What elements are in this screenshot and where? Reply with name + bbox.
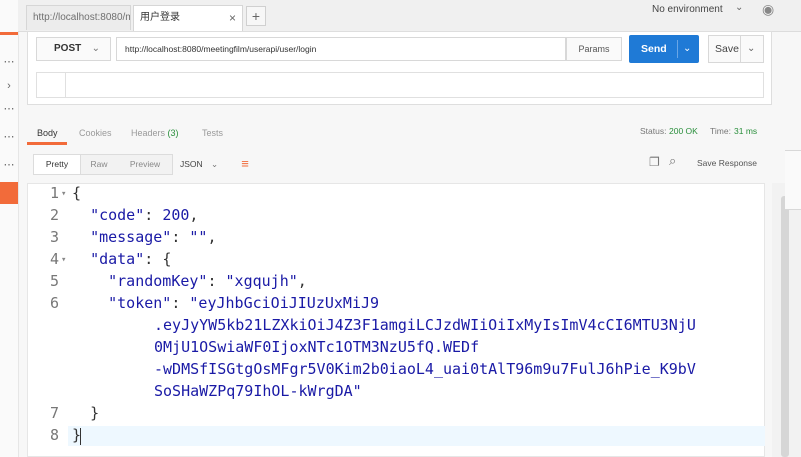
chevron-down-icon[interactable]: ⌄ [747, 36, 755, 62]
wrap-lines-icon[interactable]: ≡ [236, 154, 254, 174]
status-value: 200 OK [669, 126, 698, 136]
code-line: "code": 200, [90, 206, 199, 224]
json-value-wrap: .eyJyYW5kb21LZXkiOiJ4Z3F1amgiLCJzdWIiOiI… [154, 316, 696, 334]
json-key: "message" [90, 228, 172, 246]
chevron-right-icon[interactable]: › [0, 80, 18, 92]
line-number: 3 [49, 228, 59, 246]
view-mode-group: Pretty Raw Preview [33, 154, 173, 175]
line-number: 1 [49, 184, 59, 202]
json-value: 200 [162, 206, 190, 224]
chevron-down-icon[interactable]: ⌄ [735, 2, 743, 13]
tab-tests[interactable]: Tests [202, 128, 223, 138]
active-line-highlight [68, 426, 765, 446]
code-line: "message": "", [90, 228, 217, 246]
search-icon[interactable]: ⌕ [669, 153, 676, 169]
preview-button[interactable]: Preview [118, 155, 172, 174]
more-icon[interactable]: ⋯ [0, 130, 18, 143]
line-number: 6 [49, 294, 59, 312]
request-options-area[interactable] [36, 72, 764, 98]
json-value-wrap: 0MjU1OSwiaWF0IjoxNTc1OTM3NzU5fQ.WEDf [154, 338, 480, 356]
code-token: { [162, 250, 172, 268]
copy-icon[interactable]: ❐ [649, 155, 660, 169]
time-value: 31 ms [734, 126, 758, 136]
code-line: { [72, 184, 81, 202]
divider [65, 73, 66, 97]
divider [740, 36, 741, 62]
line-number: 4 [49, 250, 59, 268]
code-line: } [72, 404, 99, 422]
json-value-wrap: -wDMSfISGtgOsMFgr5V0Kim2b0iaoL4_uai0tAlT… [154, 360, 696, 378]
json-value-wrap: SoSHaWZPq79IhOL-kWrgDA" [154, 382, 362, 400]
side-panel-edge [785, 150, 801, 210]
pretty-button[interactable]: Pretty [34, 155, 81, 174]
active-tab-indicator [27, 142, 67, 145]
json-key: "randomKey" [108, 272, 208, 290]
tab-headers[interactable]: Headers (3) [131, 128, 179, 138]
chevron-down-icon: ⌄ [91, 43, 100, 54]
tab-user-login[interactable]: 用户登录 × [133, 5, 243, 31]
save-response-button[interactable]: Save Response [697, 158, 757, 168]
format-label: JSON [180, 159, 203, 169]
fold-toggle-icon[interactable]: ▾ [61, 255, 66, 265]
divider [677, 40, 678, 58]
method-select[interactable]: POST ⌄ [36, 37, 111, 61]
json-key: "code" [90, 206, 145, 224]
time-label: Time: [710, 126, 731, 136]
fold-toggle-icon[interactable]: ▾ [61, 189, 66, 199]
request-panel: POST ⌄ http://localhost:8080/meetingfilm… [27, 31, 772, 105]
url-input[interactable]: http://localhost:8080/meetingfilm/userap… [116, 37, 566, 61]
json-value: "" [189, 228, 208, 246]
sidebar-active-item[interactable] [0, 182, 18, 204]
params-button[interactable]: Params [566, 37, 622, 61]
text-cursor [80, 428, 81, 445]
close-icon[interactable]: × [229, 6, 236, 30]
tab-label: http://localhost:8080/m [33, 12, 131, 23]
line-number: 2 [49, 206, 59, 224]
status-label: Status: [640, 126, 667, 136]
more-icon[interactable]: ⋯ [0, 158, 18, 171]
chevron-down-icon[interactable]: ⌄ [683, 35, 691, 63]
tab-cookies[interactable]: Cookies [79, 128, 112, 138]
tab-localhost[interactable]: http://localhost:8080/m [26, 5, 131, 30]
json-value: "eyJhbGciOiJIUzUxMiJ9 [189, 294, 380, 312]
json-value: "xgqujh" [225, 272, 298, 290]
json-key: "data" [90, 250, 145, 268]
tab-headers-label: Headers [131, 128, 166, 138]
tab-body[interactable]: Body [37, 128, 58, 138]
json-key: "token" [108, 294, 172, 312]
line-number: 8 [49, 426, 59, 444]
headers-count: (3) [167, 128, 179, 138]
scrollbar-thumb[interactable] [781, 196, 789, 457]
line-number: 5 [49, 272, 59, 290]
code-line: "token": "eyJhbGciOiJIUzUxMiJ9 [108, 294, 380, 312]
raw-button[interactable]: Raw [80, 155, 118, 174]
environment-select[interactable]: No environment [652, 4, 723, 15]
save-button[interactable]: Save ⌄ [708, 35, 764, 63]
code-token: { [72, 184, 82, 202]
eye-icon[interactable]: ◉ [762, 1, 774, 18]
code-token: } [90, 404, 100, 422]
send-button[interactable]: Send ⌄ [629, 35, 699, 63]
chevron-down-icon: ⌄ [211, 159, 219, 169]
code-line: "randomKey": "xgqujh", [108, 272, 307, 290]
send-label: Send [641, 43, 667, 55]
save-label: Save [715, 43, 739, 55]
more-icon[interactable]: ⋯ [0, 55, 18, 68]
method-label: POST [54, 43, 82, 54]
new-tab-plus-icon[interactable]: + [246, 6, 266, 26]
left-sidebar-strip [0, 0, 19, 457]
line-number: 7 [49, 404, 59, 422]
code-line: "data": { [90, 250, 172, 268]
format-select[interactable]: JSON ⌄ [180, 154, 228, 175]
sidebar-accent [0, 32, 18, 35]
tab-label: 用户登录 [140, 12, 180, 23]
more-icon[interactable]: ⋯ [0, 102, 18, 115]
